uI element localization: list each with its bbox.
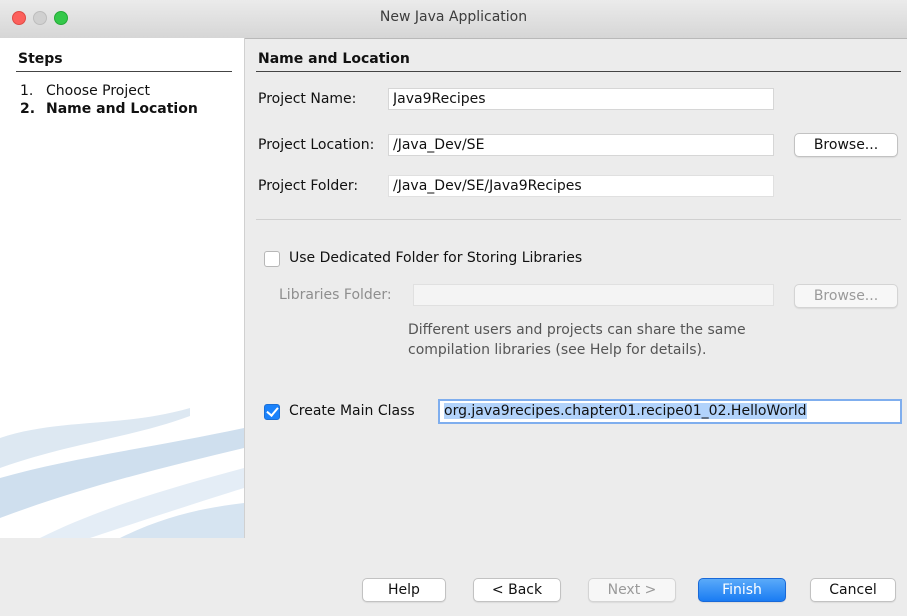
step-label: Name and Location <box>46 101 198 117</box>
project-folder-input[interactable] <box>388 175 774 197</box>
libraries-folder-input[interactable] <box>413 284 774 306</box>
steps-panel: Steps 1. Choose Project 2. Name and Locati… <box>0 38 245 538</box>
step-name-and-location: 2. Name and Location <box>20 101 198 117</box>
main-panel: Name and Location Project Name: Project … <box>256 38 907 538</box>
dedicated-folder-checkbox[interactable] <box>264 251 280 267</box>
button-bar: Help < Back Next > Finish Cancel <box>0 538 907 616</box>
section-divider <box>256 71 901 72</box>
decorative-wave-graphic <box>0 408 244 538</box>
steps-divider <box>16 71 232 72</box>
project-location-label: Project Location: <box>258 137 375 153</box>
back-button[interactable]: < Back <box>473 578 561 602</box>
next-button[interactable]: Next > <box>588 578 676 602</box>
create-main-class-label: Create Main Class <box>289 403 415 419</box>
libraries-folder-label: Libraries Folder: <box>279 287 392 303</box>
step-number: 2. <box>20 101 36 117</box>
help-text-line: compilation libraries (see Help for deta… <box>408 342 707 358</box>
finish-button[interactable]: Finish <box>698 578 786 602</box>
project-location-input[interactable] <box>388 134 774 156</box>
main-class-selected-text: org.java9recipes.chapter01.recipe01_02.H… <box>444 403 807 419</box>
dedicated-folder-label: Use Dedicated Folder for Storing Librari… <box>289 250 583 266</box>
section-heading: Name and Location <box>258 51 410 67</box>
new-java-application-dialog: New Java Application Steps 1. Choose Proj… <box>0 0 907 616</box>
step-choose-project: 1. Choose Project <box>20 83 150 99</box>
step-number: 1. <box>20 83 34 99</box>
create-main-class-checkbox[interactable] <box>264 404 280 420</box>
step-label: Choose Project <box>46 83 151 99</box>
help-text-line: Different users and projects can share t… <box>408 322 746 338</box>
title-bar: New Java Application <box>0 0 907 39</box>
main-class-input[interactable]: org.java9recipes.chapter01.recipe01_02.H… <box>438 399 902 424</box>
libraries-folder-browse-button[interactable]: Browse... <box>794 284 898 308</box>
section-separator <box>256 219 901 220</box>
help-button[interactable]: Help <box>362 578 446 602</box>
project-location-browse-button[interactable]: Browse... <box>794 133 898 157</box>
project-name-input[interactable] <box>388 88 774 110</box>
project-name-label: Project Name: <box>258 91 357 107</box>
project-folder-label: Project Folder: <box>258 178 359 194</box>
libraries-help-text: Different users and projects can share t… <box>408 320 746 360</box>
steps-heading: Steps <box>18 51 63 67</box>
cancel-button[interactable]: Cancel <box>810 578 896 602</box>
window-title: New Java Application <box>379 9 528 25</box>
